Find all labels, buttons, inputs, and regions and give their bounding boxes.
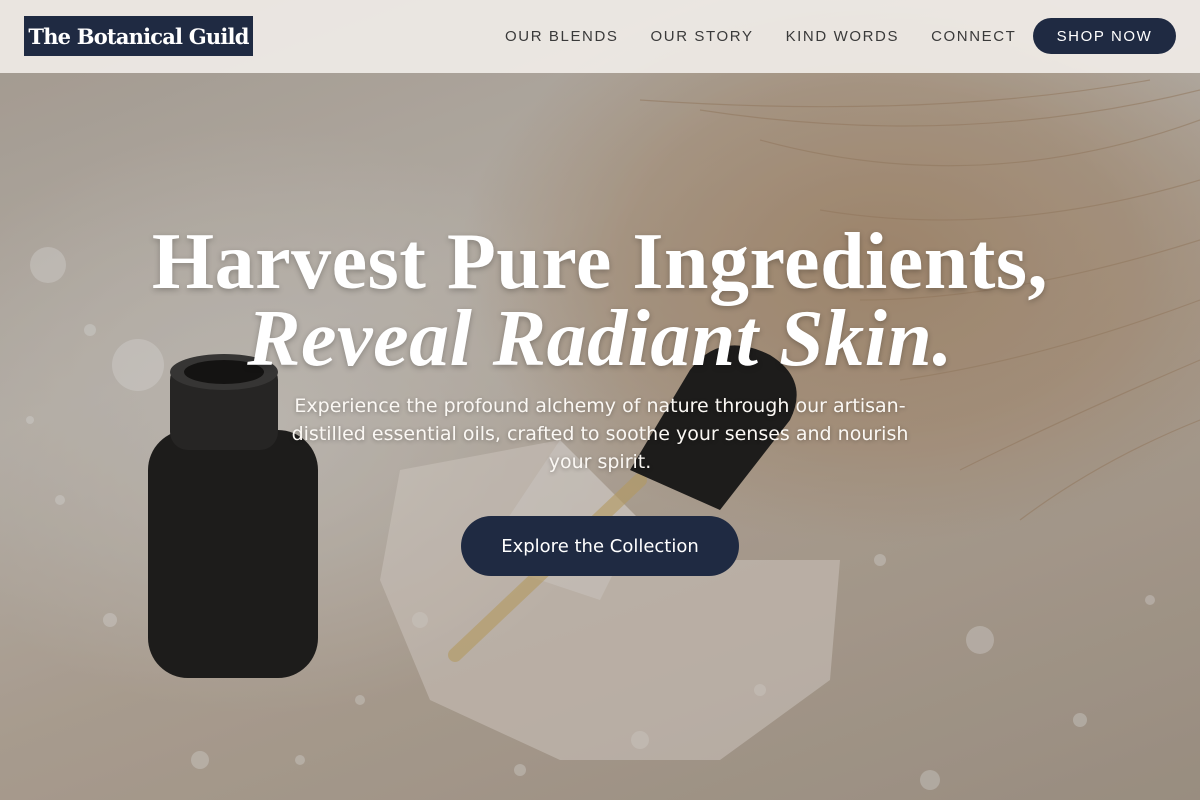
hero-headline-line2: Reveal Radiant Skin. <box>247 295 953 383</box>
explore-collection-button[interactable]: Explore the Collection <box>461 516 739 576</box>
shop-now-button[interactable]: SHOP NOW <box>1033 18 1176 54</box>
hero-headline-line1: Harvest Pure Ingredients, <box>151 218 1049 306</box>
hero-subtext: Experience the profound alchemy of natur… <box>291 395 909 473</box>
nav-link-kind-words[interactable]: KIND WORDS <box>786 28 900 45</box>
nav-link-connect[interactable]: CONNECT <box>931 28 1016 45</box>
site-header: The Botanical Guild OUR BLENDS OUR STORY… <box>0 0 1200 73</box>
hero-headline: Harvest Pure Ingredients, Reveal Radiant… <box>0 218 1200 383</box>
site-logo[interactable]: The Botanical Guild <box>24 16 253 56</box>
nav-link-our-story[interactable]: OUR STORY <box>651 28 754 45</box>
main-nav: OUR BLENDS OUR STORY KIND WORDS CONNECT <box>505 0 1048 73</box>
nav-link-our-blends[interactable]: OUR BLENDS <box>505 28 619 45</box>
